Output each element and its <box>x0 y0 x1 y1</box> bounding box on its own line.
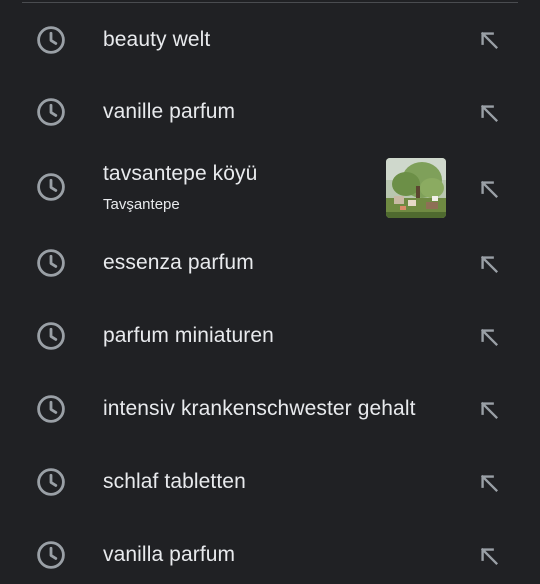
history-clock-icon <box>37 249 65 277</box>
history-clock-icon <box>37 395 65 423</box>
history-item[interactable]: essenza parfum <box>0 227 540 300</box>
history-item[interactable]: parfum miniaturen <box>0 300 540 373</box>
history-item-label: tavsantepe köyü <box>103 162 258 185</box>
history-clock-icon <box>37 468 65 496</box>
history-item[interactable]: schlaf tabletten <box>0 446 540 519</box>
fill-query-arrow-icon[interactable] <box>478 102 500 124</box>
history-item-label: beauty welt <box>103 28 211 51</box>
fill-query-arrow-icon[interactable] <box>478 326 500 348</box>
history-item-label: vanilla parfum <box>103 543 236 566</box>
history-item[interactable]: beauty welt <box>0 3 540 76</box>
fill-query-arrow-icon[interactable] <box>478 472 500 494</box>
fill-query-arrow-icon[interactable] <box>478 545 500 567</box>
history-clock-icon <box>37 26 65 54</box>
history-item-label: intensiv krankenschwester gehalt <box>103 397 416 420</box>
fill-query-arrow-icon[interactable] <box>478 178 500 200</box>
history-item-label: schlaf tabletten <box>103 470 246 493</box>
history-clock-icon <box>37 173 65 201</box>
history-clock-icon <box>37 98 65 126</box>
history-clock-icon <box>37 322 65 350</box>
fill-query-arrow-icon[interactable] <box>478 253 500 275</box>
history-item[interactable]: vanilla parfum <box>0 519 540 584</box>
history-item-label: parfum miniaturen <box>103 324 274 347</box>
history-item-label: essenza parfum <box>103 251 254 274</box>
history-item-sublabel: Tavşantepe <box>103 196 180 213</box>
history-item-label: vanille parfum <box>103 100 236 123</box>
history-item[interactable]: tavsantepe köyü Tavşantepe <box>0 149 540 227</box>
village-trees-thumbnail <box>386 158 446 218</box>
history-clock-icon <box>37 541 65 569</box>
history-item[interactable]: intensiv krankenschwester gehalt <box>0 373 540 446</box>
fill-query-arrow-icon[interactable] <box>478 399 500 421</box>
history-item[interactable]: vanille parfum <box>0 76 540 149</box>
fill-query-arrow-icon[interactable] <box>478 29 500 51</box>
